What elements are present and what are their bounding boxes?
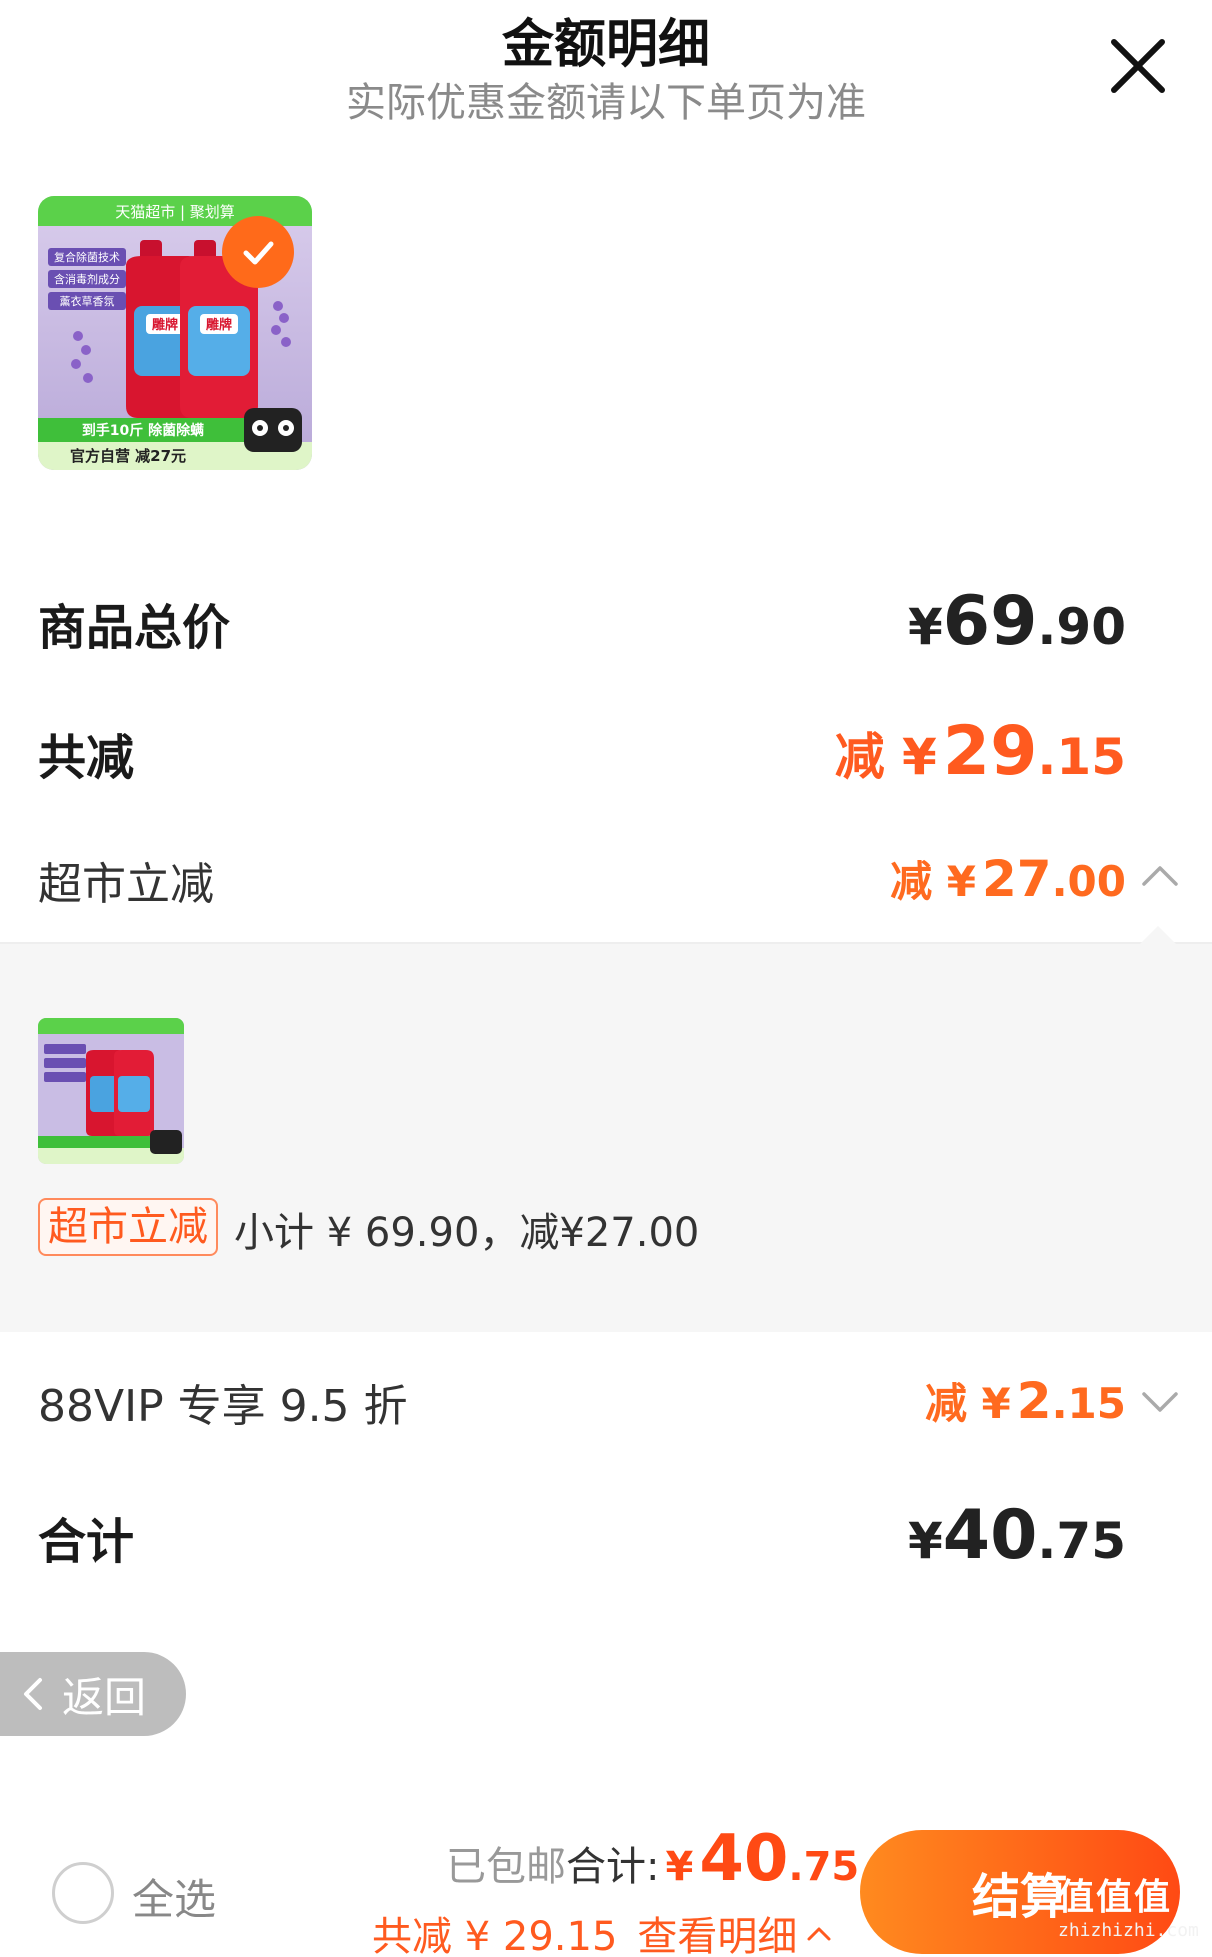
back-button[interactable]: 返回 <box>0 1652 186 1736</box>
page-subtitle: 实际优惠金额请以下单页为准 <box>346 80 866 126</box>
total-price-label: 商品总价 <box>38 600 231 656</box>
close-button[interactable] <box>1100 28 1176 104</box>
supermarket-discount-tag: 超市立减 <box>38 1198 218 1256</box>
total-discount-label: 共减 <box>38 730 135 786</box>
promo-line: 到手10斤 除菌除螨 <box>82 422 204 439</box>
check-icon <box>243 241 274 265</box>
watermark-logo: 值值值 <box>1058 1877 1173 1918</box>
page-title: 金额明细 <box>501 15 710 75</box>
feature-2: 含消毒剂成分 <box>54 272 120 286</box>
vip-discount-value[interactable]: 减 ¥ 2 .15 <box>925 1370 1126 1431</box>
select-all-radio[interactable] <box>52 1862 114 1924</box>
chevron-up-small-icon <box>807 1927 831 1941</box>
chevron-left-icon <box>24 1678 42 1710</box>
watermark-url: zhizhizhi.com <box>1058 1920 1199 1941</box>
detail-product-thumbnail[interactable] <box>38 1018 184 1164</box>
banner-text: 天猫超市 | 聚划算 <box>115 203 235 221</box>
total-discount-value: 减 ¥ 29 .15 <box>834 712 1126 791</box>
chevron-down-icon[interactable] <box>1140 1390 1180 1414</box>
detail-product-image <box>38 1018 184 1164</box>
checkout-label: 结算 <box>972 1869 1069 1925</box>
brand-mark-1: 雕牌 <box>152 317 178 333</box>
bottom-total-label: 合计: <box>566 1844 660 1890</box>
supermarket-discount-value[interactable]: 减 ¥ 27 .00 <box>890 848 1126 909</box>
bottom-total: 已包邮 合计: ¥ 40 .75 <box>446 1822 860 1896</box>
selected-check-button[interactable] <box>222 216 294 288</box>
view-detail-label: 查看明细 <box>637 1914 798 1957</box>
feature-1: 复合除菌技术 <box>54 250 120 264</box>
brand-mark-2: 雕牌 <box>206 317 232 333</box>
grand-total-value: ¥ 40 .75 <box>907 1496 1126 1575</box>
close-icon <box>1111 39 1165 93</box>
vip-discount-label: 88VIP 专享 9.5 折 <box>38 1381 408 1432</box>
feature-3: 薰衣草香氛 <box>60 294 115 308</box>
store-line: 官方自营 减27元 <box>70 447 186 465</box>
back-label: 返回 <box>62 1672 147 1722</box>
panel-pointer <box>1140 926 1176 944</box>
select-all-label[interactable]: 全选 <box>132 1866 216 1927</box>
subtotal-text: 小计 ¥ 69.90，减¥27.00 <box>234 1210 700 1256</box>
total-price-value: ¥ 69 .90 <box>907 582 1126 661</box>
view-detail-link[interactable]: 共减 ¥ 29.15 查看明细 <box>372 1904 833 1957</box>
chevron-up-icon[interactable] <box>1140 864 1180 888</box>
bottom-discount-text: 共减 ¥ 29.15 <box>372 1914 618 1957</box>
supermarket-discount-label: 超市立减 <box>38 859 214 910</box>
tmall-cat-icon <box>244 408 302 452</box>
free-shipping-text: 已包邮 <box>446 1844 566 1890</box>
grand-total-label: 合计 <box>38 1514 135 1570</box>
